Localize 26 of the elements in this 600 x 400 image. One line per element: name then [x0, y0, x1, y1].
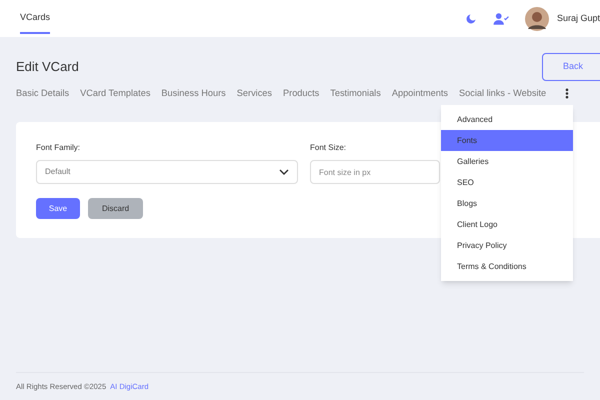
back-button[interactable]: Back	[542, 53, 600, 80]
menu-item[interactable]: Fonts	[441, 130, 573, 151]
tab[interactable]: Products	[283, 86, 320, 100]
field-label: Font Size:	[310, 142, 348, 154]
save-button[interactable]: Save	[36, 198, 80, 220]
field-label: Font Family:	[36, 142, 82, 154]
page-title: Edit VCard	[16, 58, 79, 76]
tab[interactable]: Business Hours	[161, 86, 226, 100]
menu-item[interactable]: Terms & Conditions	[441, 256, 573, 277]
discard-button[interactable]: Discard	[88, 198, 143, 220]
tab[interactable]: VCard Templates	[80, 86, 150, 100]
menu-item[interactable]: SEO	[441, 172, 573, 193]
tab[interactable]: Appointments	[392, 86, 448, 100]
font-size-input[interactable]: Font size in px	[310, 160, 440, 184]
menu-item[interactable]: Blogs	[441, 193, 573, 214]
tab[interactable]: Social links - Website	[459, 86, 546, 100]
user-name[interactable]: Suraj Gupt	[556, 12, 600, 26]
tab[interactable]: Services	[236, 86, 272, 100]
menu-item[interactable]: Client Logo	[441, 214, 573, 235]
menu-item[interactable]: Privacy Policy	[441, 235, 573, 256]
nav-tab[interactable]: VCards	[20, 2, 50, 34]
font-family-select[interactable]: Default	[36, 160, 298, 184]
tab[interactable]: Basic Details	[16, 86, 70, 100]
tab[interactable]: Testimonials	[330, 86, 381, 100]
menu-item[interactable]: Galleries	[441, 151, 573, 172]
menu-item[interactable]: Advanced	[441, 109, 573, 130]
